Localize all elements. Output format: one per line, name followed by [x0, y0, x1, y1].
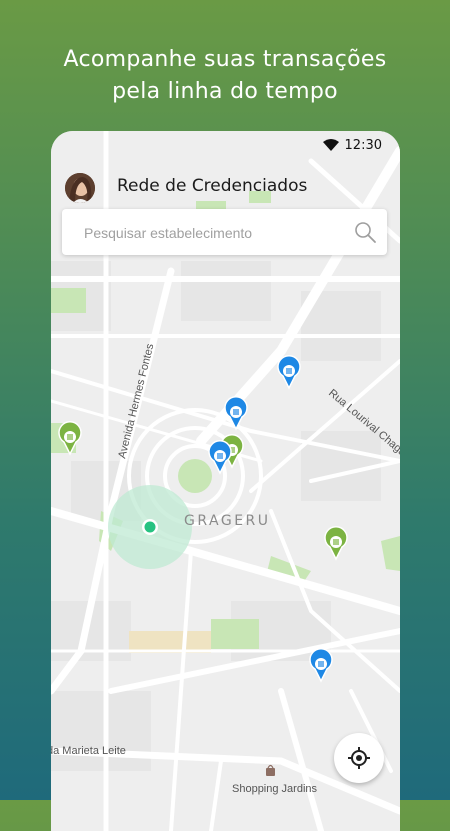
search-box[interactable] — [62, 209, 387, 255]
user-location-dot[interactable] — [144, 521, 156, 533]
phone-screen: Avenida Hermes Fontes Rua Lourival Chaga… — [51, 131, 400, 831]
street-label: da Marieta Leite — [51, 745, 126, 757]
search-input[interactable] — [82, 221, 336, 245]
search-icon[interactable] — [353, 220, 377, 244]
avatar[interactable] — [65, 173, 95, 203]
promo-line-1: Acompanhe suas transações — [63, 47, 387, 72]
user-photo-icon — [65, 173, 95, 203]
poi-label: Shopping Jardins — [232, 783, 318, 795]
promo-headline: Acompanhe suas transações pela linha do … — [0, 44, 450, 108]
status-bar: 12:30 — [51, 131, 400, 159]
wifi-icon — [322, 139, 339, 151]
my-location-button[interactable] — [334, 733, 384, 783]
promo-line-2: pela linha do tempo — [112, 79, 338, 104]
app-bar: Rede de Credenciados — [51, 159, 400, 211]
neighborhood-label: GRAGERU — [184, 513, 271, 529]
status-time: 12:30 — [344, 137, 382, 153]
page-title: Rede de Credenciados — [117, 176, 308, 196]
crosshair-icon — [348, 747, 370, 769]
